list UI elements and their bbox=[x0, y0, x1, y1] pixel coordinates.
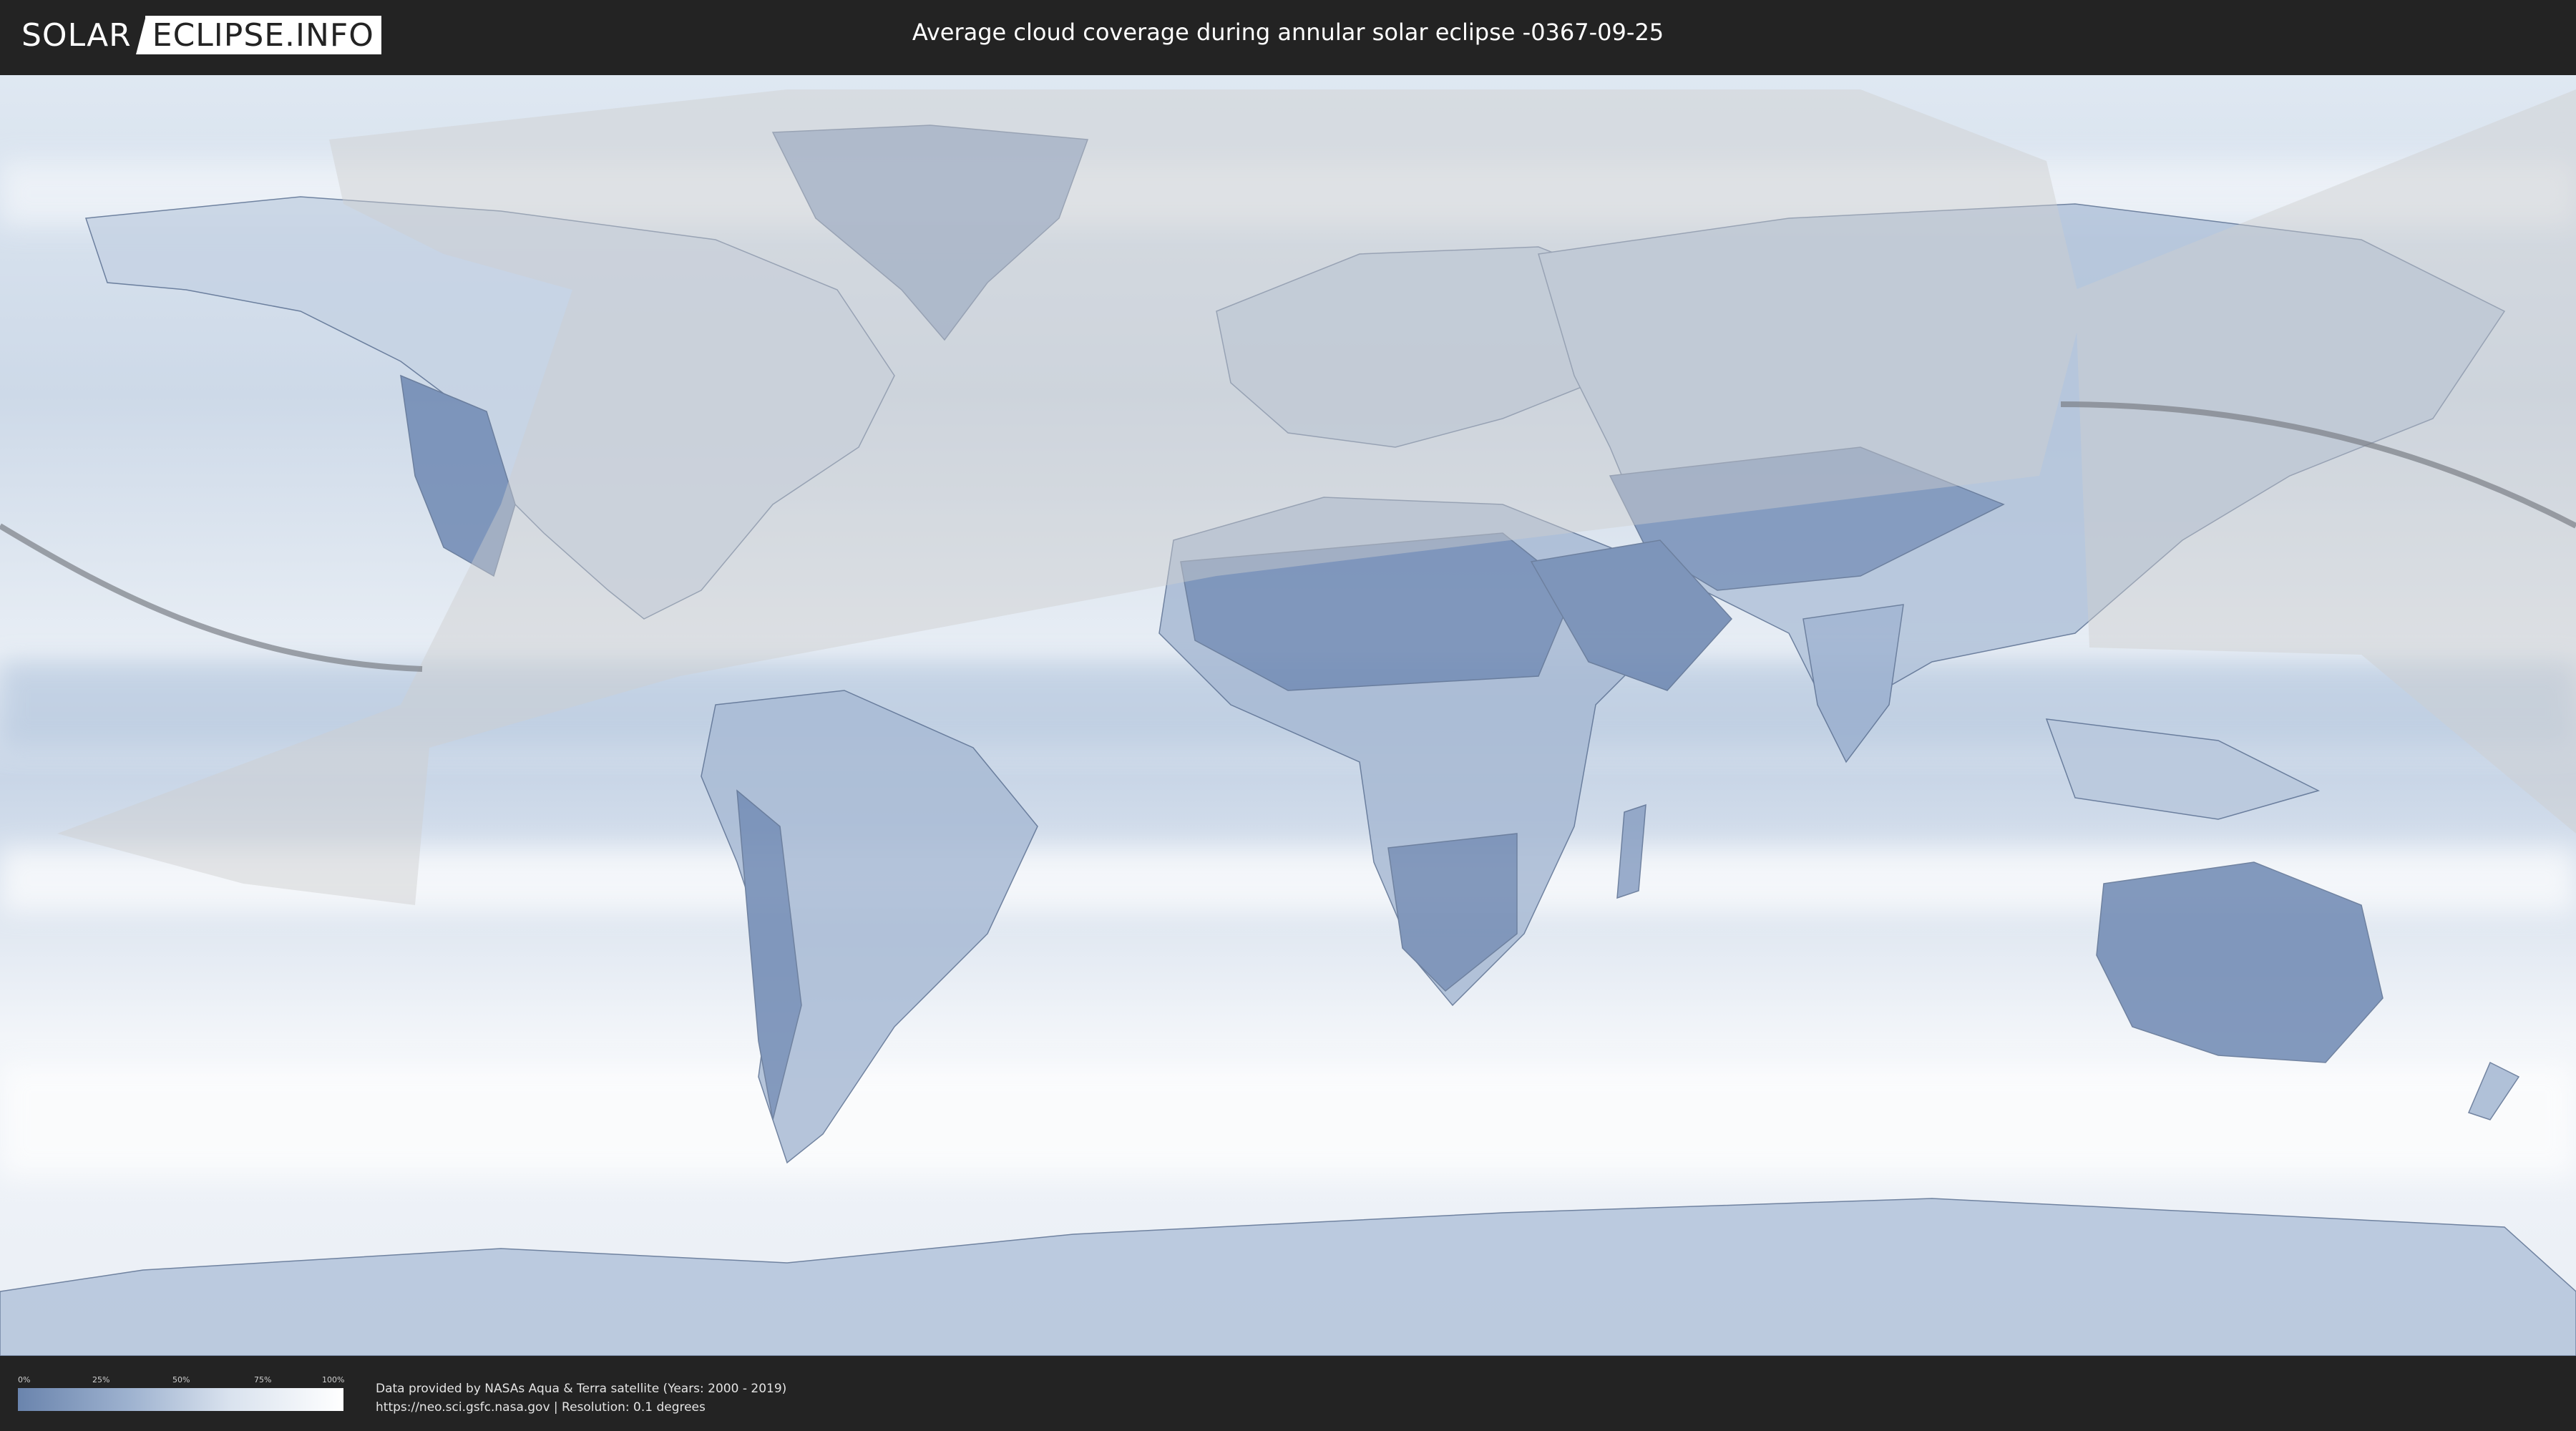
legend-tick-25: 25% bbox=[92, 1375, 110, 1384]
legend-ticks: 0% 25% 50% 75% 100% bbox=[18, 1375, 345, 1388]
legend-tick-50: 50% bbox=[172, 1375, 190, 1384]
credit-line-source: Data provided by NASAs Aqua & Terra sate… bbox=[376, 1382, 787, 1396]
credit-line-url: https://neo.sci.gsfc.nasa.gov | Resoluti… bbox=[376, 1400, 706, 1415]
data-credit: Data provided by NASAs Aqua & Terra sate… bbox=[376, 1379, 786, 1417]
footer-bar: 0% 25% 50% 75% 100% Data provided by NAS… bbox=[0, 1358, 2576, 1431]
legend-tick-0: 0% bbox=[18, 1375, 31, 1384]
header-bar: SOLAR ECLIPSE.INFO Average cloud coverag… bbox=[0, 0, 2576, 72]
legend-tick-100: 100% bbox=[322, 1375, 345, 1384]
legend-gradient-bar bbox=[18, 1388, 343, 1411]
cloud-coverage-map bbox=[0, 75, 2576, 1356]
map-canvas bbox=[0, 75, 2576, 1356]
cloud-coverage-legend: 0% 25% 50% 75% 100% bbox=[18, 1375, 345, 1411]
legend-tick-75: 75% bbox=[254, 1375, 272, 1384]
page-title: Average cloud coverage during annular so… bbox=[912, 19, 1664, 46]
